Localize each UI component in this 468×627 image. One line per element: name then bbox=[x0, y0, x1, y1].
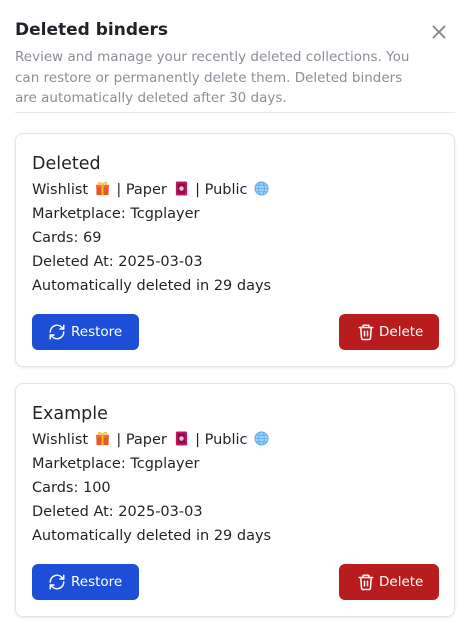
separator: | bbox=[195, 432, 200, 448]
binder-auto-delete: Automatically deleted in 29 days bbox=[32, 528, 272, 544]
globe-icon bbox=[254, 181, 269, 196]
restore-label: Restore bbox=[71, 574, 123, 590]
card-icon bbox=[174, 181, 189, 196]
binder-cards: Cards: 100 bbox=[32, 480, 111, 496]
separator: | bbox=[116, 432, 122, 448]
restore-icon bbox=[49, 574, 65, 590]
binder-visibility: Public bbox=[204, 432, 248, 448]
binder-deleted-at: Deleted At: 2025-03-03 bbox=[32, 254, 203, 270]
binder-meta: Wishlist | Paper | Public bbox=[32, 180, 271, 200]
binder-marketplace: Marketplace: Tcgplayer bbox=[32, 456, 200, 472]
delete-button[interactable]: Delete bbox=[339, 314, 439, 350]
header-divider bbox=[15, 112, 455, 113]
binder-auto-delete: Automatically deleted in 29 days bbox=[32, 278, 272, 294]
dialog-header: Deleted binders Review and manage your r… bbox=[15, 18, 455, 109]
gift-icon bbox=[95, 431, 110, 446]
binder-name: Deleted bbox=[32, 154, 101, 174]
binder-deleted-at: Deleted At: 2025-03-03 bbox=[32, 504, 203, 520]
delete-label: Delete bbox=[379, 324, 424, 340]
binder-visibility: Public bbox=[204, 182, 248, 198]
delete-button[interactable]: Delete bbox=[339, 564, 439, 600]
gift-icon bbox=[95, 181, 110, 196]
restore-button[interactable]: Restore bbox=[32, 564, 139, 600]
restore-icon bbox=[49, 324, 65, 340]
trash-icon bbox=[358, 574, 374, 591]
separator: | bbox=[116, 182, 122, 198]
close-icon[interactable] bbox=[429, 22, 449, 42]
restore-button[interactable]: Restore bbox=[32, 314, 139, 350]
separator: | bbox=[195, 182, 200, 198]
binder-meta: Wishlist | Paper | Public bbox=[32, 430, 271, 450]
restore-label: Restore bbox=[71, 324, 123, 340]
binder-card: Example Wishlist | Paper | Public Market… bbox=[15, 383, 455, 617]
binder-marketplace: Marketplace: Tcgplayer bbox=[32, 206, 200, 222]
binder-cards: Cards: 69 bbox=[32, 230, 102, 246]
dialog-title: Deleted binders bbox=[15, 20, 169, 40]
binder-card: Deleted Wishlist | Paper | Public Market… bbox=[15, 133, 455, 367]
binder-format: Paper bbox=[125, 432, 167, 448]
binder-name: Example bbox=[32, 404, 108, 424]
globe-icon bbox=[254, 431, 269, 446]
dialog-description: Review and manage your recently deleted … bbox=[15, 49, 410, 106]
binder-format: Paper bbox=[125, 182, 167, 198]
card-icon bbox=[174, 431, 189, 446]
binder-type: Wishlist bbox=[32, 182, 89, 198]
delete-label: Delete bbox=[379, 574, 424, 590]
binder-type: Wishlist bbox=[32, 432, 89, 448]
trash-icon bbox=[358, 324, 374, 341]
